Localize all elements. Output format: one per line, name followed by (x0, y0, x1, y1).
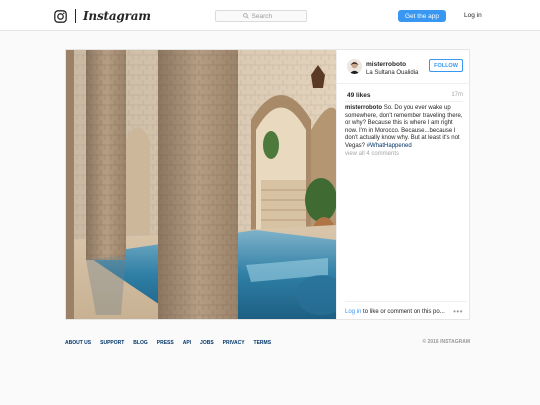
likes-row: 49 likes 17m (345, 92, 463, 102)
copyright: © 2016 Instagram (422, 339, 471, 345)
footer-link-terms[interactable]: Terms (254, 340, 272, 346)
login-prompt-text: to like or comment on this po... (361, 309, 445, 315)
instagram-wordmark: Instagram (83, 9, 151, 23)
post-caption: misterroboto So. Do you ever wake up som… (345, 105, 465, 151)
post-timestamp[interactable]: 17m (451, 92, 463, 98)
get-the-app-button[interactable]: Get the app (398, 10, 446, 22)
instagram-logo[interactable]: Instagram (54, 9, 151, 23)
post-card: misterroboto La Sultana Oualidia FOLLOW … (65, 49, 471, 320)
likes-count[interactable]: 49 likes (347, 92, 371, 99)
footer-link-api[interactable]: API (183, 340, 191, 346)
post-location[interactable]: La Sultana Oualidia (366, 70, 418, 76)
search-box[interactable] (215, 10, 307, 22)
logo-divider (75, 9, 76, 23)
courtyard-pool-image (66, 50, 336, 319)
post-header: misterroboto La Sultana Oualidia FOLLOW (337, 50, 471, 84)
camera-icon (54, 9, 67, 23)
login-to-comment: Log in to like or comment on this po... (345, 309, 445, 315)
user-avatar-image (347, 59, 362, 74)
footer-link-press[interactable]: Press (157, 340, 174, 346)
footer-link-jobs[interactable]: Jobs (200, 340, 214, 346)
footer-link-support[interactable]: Support (100, 340, 124, 346)
view-all-comments-link[interactable]: view all 4 comments (345, 151, 399, 157)
search-input[interactable] (251, 12, 280, 20)
footer-link-about[interactable]: About us (65, 340, 91, 346)
page-footer: About us Support Blog Press API Jobs Pri… (65, 338, 470, 348)
comment-login-bar: Log in to like or comment on this po... … (345, 301, 467, 319)
log-in-link[interactable]: Log in (464, 12, 482, 19)
post-photo[interactable] (66, 50, 336, 319)
top-navigation-bar: Instagram Get the app Log in (0, 0, 540, 31)
footer-link-privacy[interactable]: Privacy (223, 340, 245, 346)
login-link[interactable]: Log in (345, 309, 361, 315)
follow-button[interactable]: FOLLOW (429, 59, 463, 72)
caption-hashtag[interactable]: #WhatHappened (367, 143, 412, 149)
post-sidebar: misterroboto La Sultana Oualidia FOLLOW … (336, 50, 471, 319)
search-icon (242, 13, 249, 19)
caption-username[interactable]: misterroboto (345, 105, 382, 111)
avatar[interactable] (347, 59, 362, 74)
post-username[interactable]: misterroboto (366, 61, 406, 68)
footer-link-blog[interactable]: Blog (133, 340, 147, 346)
more-options-icon[interactable]: ••• (453, 307, 463, 316)
